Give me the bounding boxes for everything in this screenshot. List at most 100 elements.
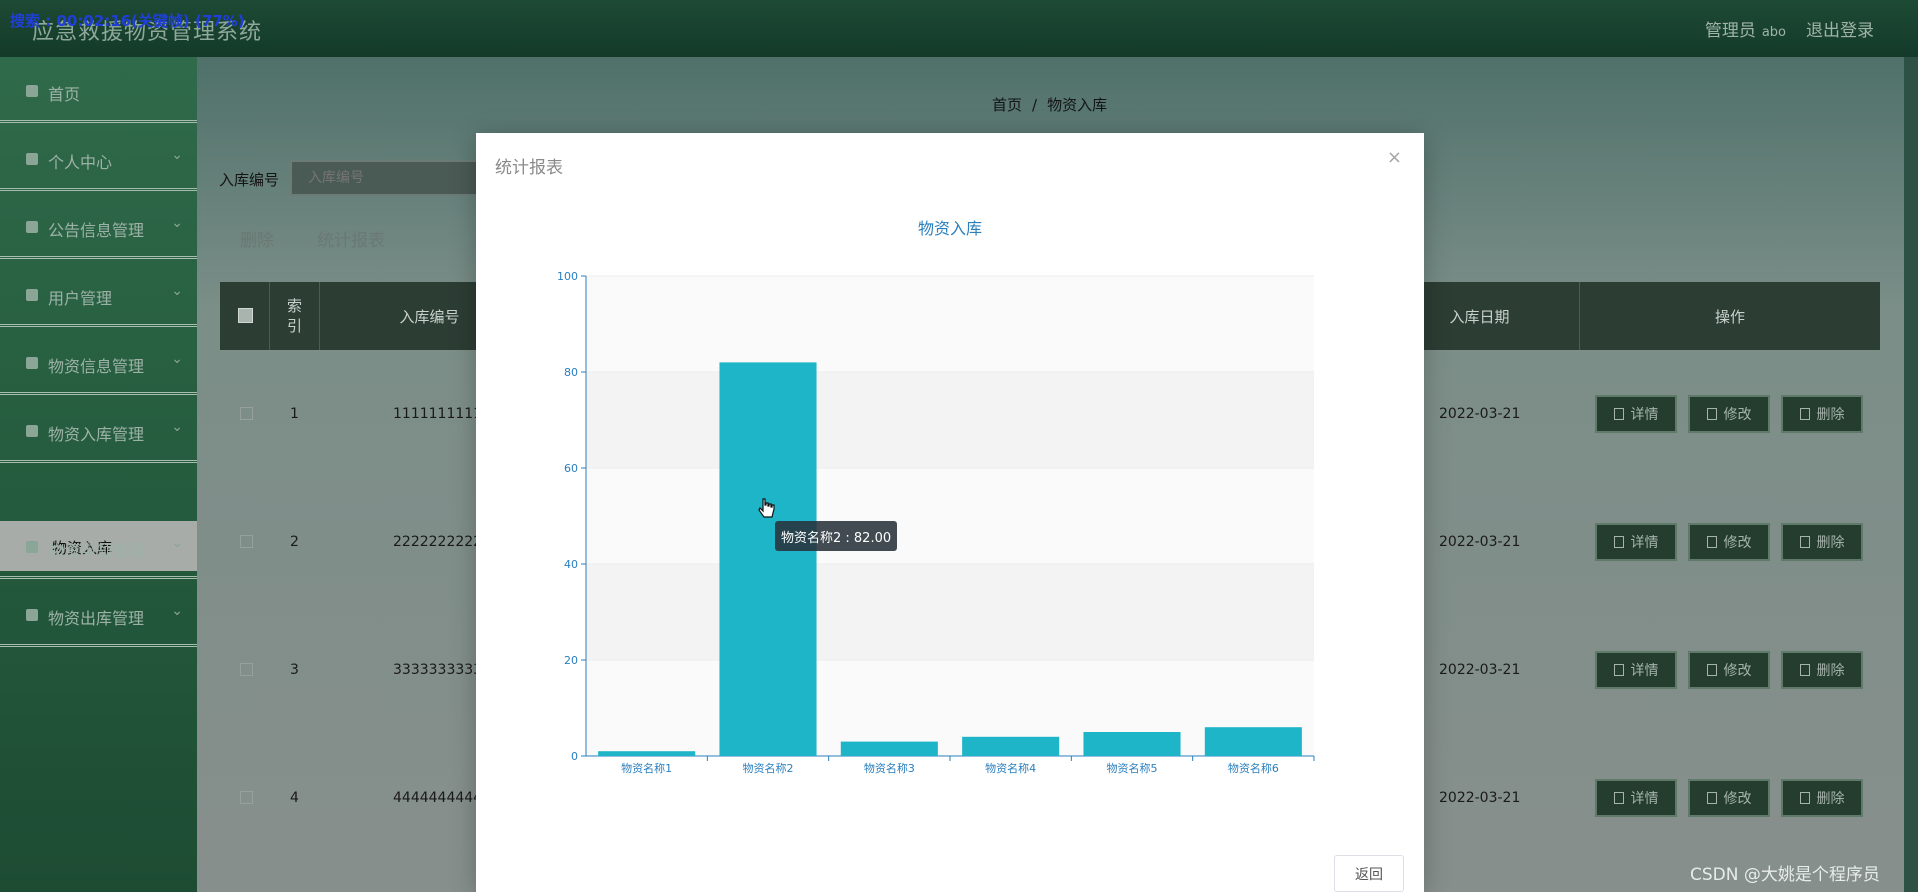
box-icon [26,357,38,369]
hand-cursor-icon [758,498,775,518]
y-tick-label: 40 [564,558,578,571]
notice-icon [26,221,38,233]
sidebar-item-label: 物资出库管理 [48,609,145,628]
y-tick-label: 100 [557,270,578,283]
x-tick-label: 物资名称4 [985,761,1036,775]
document-icon [1613,792,1624,804]
trash-icon [1799,536,1810,548]
bar-物资名称2 [719,362,817,756]
detail-button-label: 详情 [1630,791,1659,807]
sidebar-item-materials[interactable]: 物资信息管理 ⌄ [0,333,197,395]
logout-link[interactable]: 退出登录 [1806,16,1874,41]
page-scrollbar[interactable] [1904,57,1918,892]
video-timestamp: 搜索 : 00:02:16(关键帧) (77%) [10,12,245,30]
detail-button[interactable]: 详情 [1595,523,1677,561]
sidebar-item-label: 物资信息管理 [48,357,145,376]
x-tick-label: 物资名称3 [864,761,915,775]
sidebar-item-label: 首页 [48,85,81,104]
sidebar-item-label: 物资入库管理 [48,425,145,444]
row-date: 2022-03-21 [1439,790,1521,806]
breadcrumb: 首页 / 物资入库 [992,94,1107,115]
sidebar-item-inbound[interactable]: 物资入库管理 ⌄ [0,401,197,463]
edit-button[interactable]: 修改 [1688,651,1770,689]
chevron-down-icon: ⌄ [171,215,183,231]
bar-物资名称4 [962,736,1060,756]
select-all-checkbox[interactable] [238,308,253,323]
edit-button[interactable]: 修改 [1688,779,1770,817]
bar-物资名称6 [1204,727,1302,756]
chevron-down-icon: ⌄ [171,351,183,367]
breadcrumb-home[interactable]: 首页 [992,96,1022,114]
back-button[interactable]: 返回 [1334,855,1404,892]
row-code: 3333333333 [393,662,483,678]
delete-button-label: 删除 [1816,407,1845,423]
edit-button[interactable]: 修改 [1688,523,1770,561]
outbox-icon [26,609,38,621]
bar-物资名称1 [598,751,696,756]
trash-icon [1799,792,1810,804]
chart-tooltip: 物资名称2 : 82.00 [775,521,898,551]
row-checkbox[interactable] [240,407,253,420]
sidebar-item-notices[interactable]: 公告信息管理 ⌄ [0,197,197,259]
detail-button-label: 详情 [1630,407,1659,423]
row-checkbox[interactable] [240,791,253,804]
edit-button[interactable]: 修改 [1688,395,1770,433]
edit-button-label: 修改 [1723,663,1752,679]
delete-row-button[interactable]: 删除 [1781,395,1863,433]
document-icon [1613,408,1624,420]
pencil-icon [1706,536,1717,548]
row-date: 2022-03-21 [1439,662,1521,678]
report-button[interactable]: 统计报表 [317,226,385,251]
sidebar-item-outbound[interactable]: 物资出库管理 ⌄ [0,585,197,647]
row-index: 4 [290,790,299,806]
grid-band [586,468,1314,564]
delete-row-button[interactable]: 删除 [1781,523,1863,561]
delete-button[interactable]: 删除 [240,226,274,251]
row-code: 4444444444 [393,790,483,806]
row-checkbox[interactable] [240,535,253,548]
chevron-down-icon: ⌄ [171,283,183,299]
detail-button[interactable]: 详情 [1595,651,1677,689]
delete-row-button[interactable]: 删除 [1781,651,1863,689]
row-code: 1111111111 [393,406,483,422]
delete-row-button[interactable]: 删除 [1781,779,1863,817]
current-user[interactable]: 管理员 abo [1705,16,1786,41]
sidebar-item-profile[interactable]: 个人中心 ⌄ [0,129,197,191]
detail-button[interactable]: 详情 [1595,779,1677,817]
pencil-icon [1706,408,1717,420]
pencil-icon [1706,664,1717,676]
detail-button[interactable]: 详情 [1595,395,1677,433]
edit-button-label: 修改 [1723,791,1752,807]
y-tick-label: 80 [564,366,578,379]
grid-band [586,276,1314,372]
sidebar-item-users[interactable]: 用户管理 ⌄ [0,265,197,327]
breadcrumb-separator: / [1032,96,1038,114]
sidebar: 首页 个人中心 ⌄ 公告信息管理 ⌄ 用户管理 ⌄ 物资信息管理 ⌄ 物资入库管… [0,57,197,892]
inbox-icon [26,425,38,437]
sidebar-item-applications[interactable]: 物资申领管理 ⌄ [0,517,197,579]
x-tick-label: 物资名称5 [1107,761,1158,775]
user-icon [26,153,38,165]
sidebar-item-label: 个人中心 [48,153,113,172]
row-code: 2222222222 [393,534,483,550]
chevron-down-icon: ⌄ [171,603,183,619]
row-index: 2 [290,534,299,550]
report-dialog: 统计报表 × 物资入库 0 20 40 60 80 100 物资名称1 物资名称2 物资名称3 物资… [476,133,1424,892]
header-ops: 操作 [1714,307,1745,326]
row-date: 2022-03-21 [1439,534,1521,550]
home-icon [26,85,38,97]
user-name: abo [1761,25,1786,40]
csdn-watermark: CSDN @大姚是个程序员 [1690,865,1880,885]
search-input[interactable] [290,160,478,196]
row-date: 2022-03-21 [1439,406,1521,422]
delete-button-label: 删除 [1816,535,1845,551]
trash-icon [1799,664,1810,676]
sidebar-item-home[interactable]: 首页 [0,61,197,123]
row-checkbox[interactable] [240,663,253,676]
document-icon [1613,664,1624,676]
sidebar-item-label: 物资申领管理 [48,541,145,560]
x-tick-label: 物资名称2 [743,761,794,775]
bar-物资名称3 [840,741,938,756]
chevron-down-icon: ⌄ [171,419,183,435]
bar-chart: 物资入库 0 20 40 60 80 100 物资名称1 物资名称2 物资名称3 物资名称4 物资名称… [557,219,1315,775]
